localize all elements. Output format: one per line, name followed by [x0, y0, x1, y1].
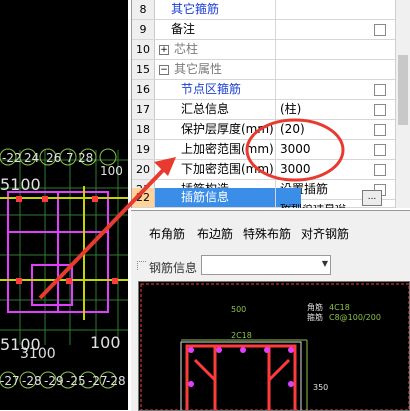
cad-label: 28	[78, 151, 93, 165]
cad-label: 3100	[20, 346, 56, 362]
property-row-15[interactable]: 15 − 其它属性	[132, 60, 396, 80]
tab-corner-rebar[interactable]: 布角筋	[149, 225, 185, 242]
property-row-20[interactable]: 20 下加密范围(mm) 3000	[132, 160, 396, 180]
cad-label: 5100	[0, 175, 41, 194]
cad-label: 100	[90, 333, 121, 352]
row-number: 15	[132, 60, 155, 79]
property-checkbox[interactable]	[374, 124, 386, 136]
corner-rebar-value: 4C18	[329, 303, 350, 312]
stirrup-label: 箍筋	[307, 312, 323, 322]
tab-special-rebar[interactable]: 特殊布筋	[243, 225, 291, 242]
property-value	[275, 40, 371, 59]
property-row-8[interactable]: 8 其它箍筋	[132, 0, 396, 20]
row-number: 18	[132, 120, 155, 139]
cad-label: -25	[66, 374, 86, 388]
property-row-10[interactable]: 10 + 芯柱	[132, 40, 396, 60]
ellipsis-button[interactable]: ...	[362, 190, 382, 206]
property-grid: 8 其它箍筋 9 备注 10 + 芯柱 15 − 其它属性 16 节点区箍筋 1…	[131, 0, 396, 208]
row-number: 10	[132, 40, 155, 59]
stirrup-value: C8@100/200	[329, 313, 381, 322]
rebar-info-combo[interactable]: ▼	[201, 255, 331, 275]
tab-align-rebar[interactable]: 对齐钢筋	[301, 225, 349, 242]
property-row-9[interactable]: 9 备注	[132, 20, 396, 40]
property-value[interactable]: 3000	[275, 140, 371, 159]
row-number: 22	[132, 188, 155, 207]
property-name: 备注	[171, 22, 196, 36]
top-rebar-text: 2C18	[231, 331, 252, 340]
cad-label: -22	[2, 151, 22, 165]
partial-row-value: 按规范计算设	[280, 204, 346, 208]
corner-rebar-label: 角筋	[307, 302, 323, 312]
property-row-22[interactable]: 22 插筋信息 ...	[132, 188, 396, 208]
cad-label: 24	[24, 151, 39, 165]
row-number: 8	[132, 0, 155, 19]
property-row-16[interactable]: 16 节点区箍筋	[132, 80, 396, 100]
row-number: 20	[132, 160, 155, 179]
property-checkbox[interactable]	[374, 144, 386, 156]
cad-label: 26	[46, 151, 61, 165]
cad-drawing-canvas[interactable]: -22 24 26 7 28 100 5100 100 5100 3100 -2…	[0, 0, 128, 410]
tab-edge-rebar[interactable]: 布边筋	[197, 225, 233, 242]
cad-label: 100	[100, 164, 123, 178]
rebar-info-label: 钢筋信息	[149, 261, 198, 275]
cad-label: -29	[44, 374, 64, 388]
cad-label: 7	[66, 151, 74, 165]
row-number: 17	[132, 100, 155, 119]
grip-icon	[137, 261, 146, 270]
property-checkbox[interactable]	[374, 104, 386, 116]
property-value[interactable]	[275, 20, 371, 39]
cad-label: -27	[0, 374, 20, 388]
property-name: 其它箍筋	[171, 2, 220, 16]
property-value	[275, 60, 371, 79]
property-grid-scrollbar[interactable]	[395, 0, 410, 208]
property-row-19[interactable]: 19 上加密范围(mm) 3000	[132, 140, 396, 160]
property-value[interactable]: 3000	[275, 160, 371, 179]
property-value[interactable]: (20)	[275, 120, 371, 139]
section-preview-canvas[interactable]: 500 350 2C18 角筋 4C18 箍筋 C8@100/200	[138, 281, 410, 411]
dim-right-text: 350	[313, 383, 328, 392]
property-value[interactable]	[275, 0, 371, 19]
rebar-editor-panel: 布角筋 布边筋 特殊布筋 对齐钢筋 钢筋信息 ▼ 500 350 2C18 角筋…	[131, 210, 410, 411]
property-row-17[interactable]: 17 汇总信息 (柱)	[132, 100, 396, 120]
row-number: 9	[132, 20, 155, 39]
property-checkbox[interactable]	[374, 84, 386, 96]
property-checkbox[interactable]	[374, 24, 386, 36]
dim-top-text: 500	[231, 305, 246, 314]
property-value[interactable]: (柱)	[275, 100, 371, 119]
property-group-name: 芯柱	[174, 42, 199, 56]
row-number: 19	[132, 140, 155, 159]
cad-label: -28	[22, 374, 42, 388]
property-checkbox[interactable]	[374, 164, 386, 176]
cad-label: -28	[106, 374, 126, 388]
scrollbar-thumb[interactable]	[398, 55, 408, 125]
property-group-name: 其它属性	[174, 62, 223, 76]
property-row-18[interactable]: 18 保护层厚度(mm) (20)	[132, 120, 396, 140]
property-value[interactable]	[275, 80, 371, 99]
cad-drawing: -22 24 26 7 28 100 5100 100 5100 3100 -2…	[0, 148, 128, 389]
column-section-drawing: 500 350 2C18 角筋 4C18 箍筋 C8@100/200	[139, 282, 409, 410]
chevron-down-icon[interactable]: ▼	[322, 259, 328, 268]
row-number: 16	[132, 80, 155, 99]
cad-label: -27	[88, 374, 108, 388]
